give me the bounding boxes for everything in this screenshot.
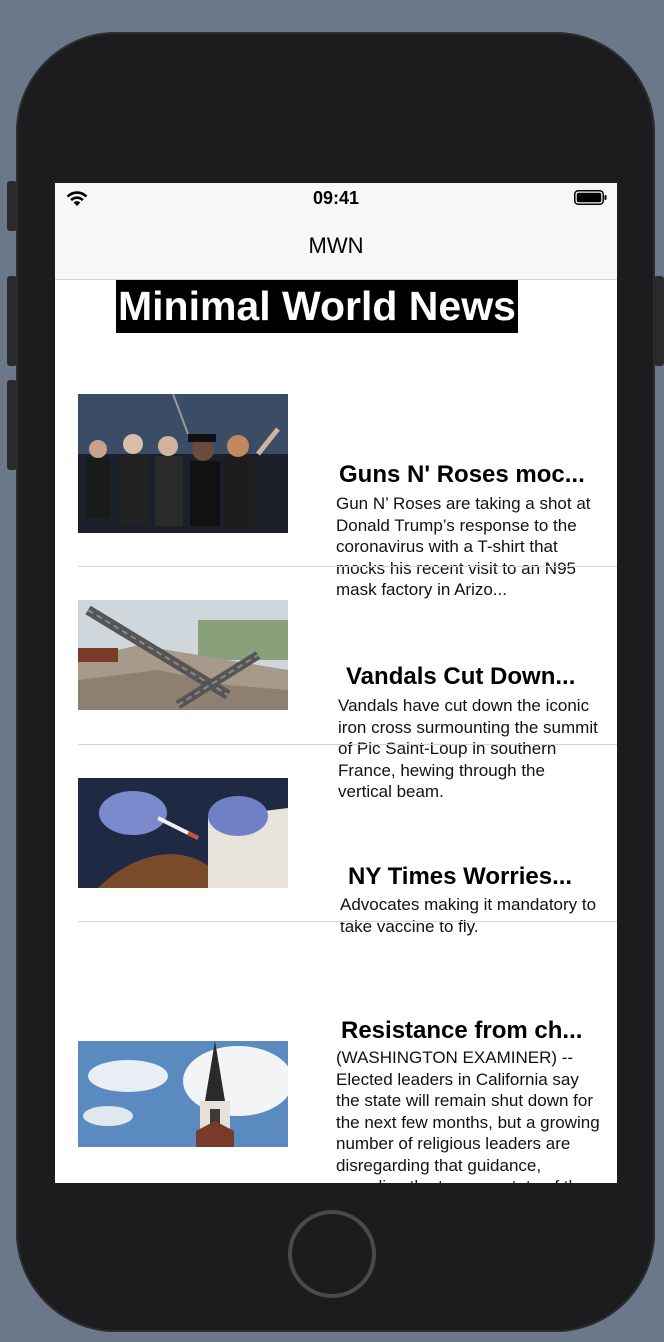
nav-title: MWN [308, 233, 364, 258]
article-headline: Resistance from ch... [341, 1017, 583, 1044]
article-headline: Guns N' Roses moc... [339, 461, 585, 488]
article-headline: Vandals Cut Down... [346, 663, 576, 690]
volume-down-button [7, 380, 17, 470]
power-button [654, 276, 664, 366]
article-image-band [78, 394, 288, 533]
banner-title: Minimal World News [116, 280, 518, 333]
volume-up-button [7, 276, 17, 366]
screen: 09:41 MWN Minimal World News Guns N' Ros… [55, 183, 617, 1183]
article-headline: NY Times Worries... [348, 863, 573, 890]
article-image-vaccine [78, 778, 288, 888]
status-bar: 09:41 [55, 183, 617, 213]
article-image-cross [78, 600, 288, 710]
article-summary: (WASHINGTON EXAMINER) -- Elected leaders… [336, 1048, 600, 1183]
mute-switch [7, 181, 17, 231]
news-list[interactable]: Minimal World News Guns N' Roses moc... … [55, 280, 617, 1183]
battery-icon [574, 190, 607, 205]
article-image-church [78, 1041, 288, 1147]
navigation-bar: MWN [55, 213, 617, 280]
home-button[interactable] [288, 1210, 376, 1298]
status-time: 09:41 [312, 188, 360, 208]
